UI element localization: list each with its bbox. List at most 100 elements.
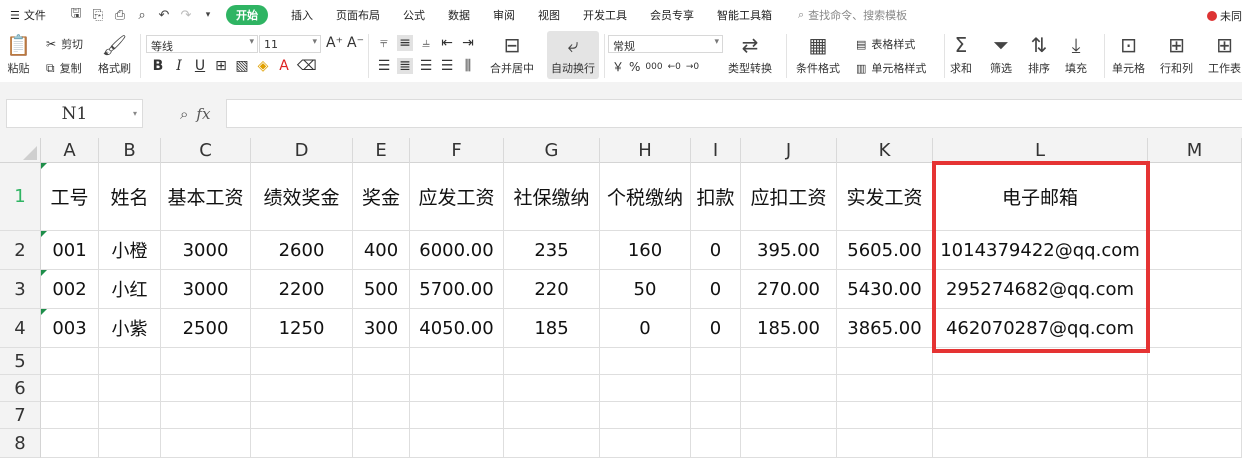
row-header-4[interactable]: 4 [0,309,41,348]
row-header-1[interactable]: 1 [0,163,41,231]
table-cell-h2[interactable]: 160 [600,231,691,270]
empty-cell[interactable] [504,429,600,458]
fill-pattern-icon[interactable]: ▧ [234,58,250,74]
table-cell-e3[interactable]: 500 [353,270,410,309]
fill-button[interactable]: ⤓ 填充 [1065,34,1087,76]
merge-center-button[interactable]: ⊟ 合并居中 [490,34,534,76]
increase-decimal-icon[interactable]: ←0 [668,62,681,72]
table-cell-e2[interactable]: 400 [353,231,410,270]
empty-cell[interactable] [1148,231,1242,270]
conditional-format-button[interactable]: ▦ 条件格式 [796,34,840,76]
header-cell-k[interactable]: 实发工资 [837,163,933,231]
cut-button[interactable]: ✂ 剪切 [46,36,83,52]
indent-increase-icon[interactable]: ⇥ [460,35,476,51]
row-column-button[interactable]: ⊞ 行和列 [1160,34,1193,76]
empty-cell[interactable] [410,402,504,429]
distributed-icon[interactable]: ⫼ [460,58,476,74]
table-cell-b4[interactable]: 小紫 [99,309,161,348]
empty-cell[interactable] [837,348,933,375]
tab-page-layout[interactable]: 页面布局 [336,7,380,23]
tab-review[interactable]: 审阅 [493,7,515,23]
tab-insert[interactable]: 插入 [291,7,313,23]
tab-developer[interactable]: 开发工具 [583,7,627,23]
decrease-decimal-icon[interactable]: →0 [686,62,699,72]
name-box[interactable]: N1 ▾ [6,99,143,128]
print-icon[interactable]: ⎙ [112,8,128,23]
empty-cell[interactable] [504,402,600,429]
fill-color-icon[interactable]: ◈ [255,58,271,74]
table-cell-e4[interactable]: 300 [353,309,410,348]
table-cell-k2[interactable]: 5605.00 [837,231,933,270]
table-cell-i3[interactable]: 0 [691,270,741,309]
empty-cell[interactable] [691,375,741,402]
column-header-a[interactable]: A [41,138,99,163]
empty-cell[interactable] [933,402,1148,429]
column-header-j[interactable]: J [741,138,837,163]
header-cell-j[interactable]: 应扣工资 [741,163,837,231]
table-cell-l4[interactable]: 462070287@qq.com [933,309,1148,348]
table-cell-f3[interactable]: 5700.00 [410,270,504,309]
empty-cell[interactable] [1148,429,1242,458]
percent-icon[interactable]: % [629,60,640,74]
font-name-select[interactable]: 等线 ▾ [146,35,258,53]
number-format-select[interactable]: 常规 ▾ [608,35,723,53]
header-cell-f[interactable]: 应发工资 [410,163,504,231]
header-cell-b[interactable]: 姓名 [99,163,161,231]
table-style-button[interactable]: ▤ 表格样式 [856,36,915,52]
undo-icon[interactable]: ↶ [156,8,172,23]
column-header-l[interactable]: L [933,138,1148,163]
empty-cell[interactable] [600,348,691,375]
wrap-text-button[interactable]: ⤶ 自动换行 [551,34,595,76]
sum-button[interactable]: Σ 求和 [950,34,972,76]
empty-cell[interactable] [504,348,600,375]
empty-cell[interactable] [1148,163,1242,231]
table-cell-h3[interactable]: 50 [600,270,691,309]
table-cell-g4[interactable]: 185 [504,309,600,348]
table-cell-d4[interactable]: 1250 [251,309,353,348]
table-cell-h4[interactable]: 0 [600,309,691,348]
empty-cell[interactable] [691,429,741,458]
fx-icon[interactable]: fx [196,105,210,123]
empty-cell[interactable] [251,402,353,429]
filter-button[interactable]: ⏷ 筛选 [990,34,1012,76]
table-cell-c3[interactable]: 3000 [161,270,251,309]
empty-cell[interactable] [1148,402,1242,429]
font-color-icon[interactable]: A [276,58,292,74]
empty-cell[interactable] [837,429,933,458]
tab-smart-tools[interactable]: 智能工具箱 [717,7,772,23]
empty-cell[interactable] [600,429,691,458]
table-cell-f2[interactable]: 6000.00 [410,231,504,270]
empty-cell[interactable] [741,375,837,402]
table-cell-k4[interactable]: 3865.00 [837,309,933,348]
header-cell-i[interactable]: 扣款 [691,163,741,231]
table-cell-l3[interactable]: 295274682@qq.com [933,270,1148,309]
empty-cell[interactable] [600,375,691,402]
empty-cell[interactable] [741,348,837,375]
border-icon[interactable]: ⊞ [213,58,229,74]
empty-cell[interactable] [1148,309,1242,348]
empty-cell[interactable] [410,429,504,458]
table-cell-a2[interactable]: 001 [41,231,99,270]
thousands-separator-icon[interactable]: 000 [645,62,662,72]
header-cell-e[interactable]: 奖金 [353,163,410,231]
empty-cell[interactable] [691,402,741,429]
row-header-6[interactable]: 6 [0,375,41,402]
empty-cell[interactable] [691,348,741,375]
table-cell-g2[interactable]: 235 [504,231,600,270]
header-cell-h[interactable]: 个税缴纳 [600,163,691,231]
empty-cell[interactable] [410,375,504,402]
column-header-i[interactable]: I [691,138,741,163]
empty-cell[interactable] [410,348,504,375]
empty-cell[interactable] [837,375,933,402]
sort-button[interactable]: ⇅ 排序 [1028,34,1050,76]
empty-cell[interactable] [41,375,99,402]
table-cell-b3[interactable]: 小红 [99,270,161,309]
row-header-7[interactable]: 7 [0,402,41,429]
header-cell-a[interactable]: 工号 [41,163,99,231]
empty-cell[interactable] [741,402,837,429]
row-header-5[interactable]: 5 [0,348,41,375]
empty-cell[interactable] [99,402,161,429]
empty-cell[interactable] [1148,348,1242,375]
column-header-g[interactable]: G [504,138,600,163]
print-preview-icon[interactable]: ⌕ [134,8,150,23]
